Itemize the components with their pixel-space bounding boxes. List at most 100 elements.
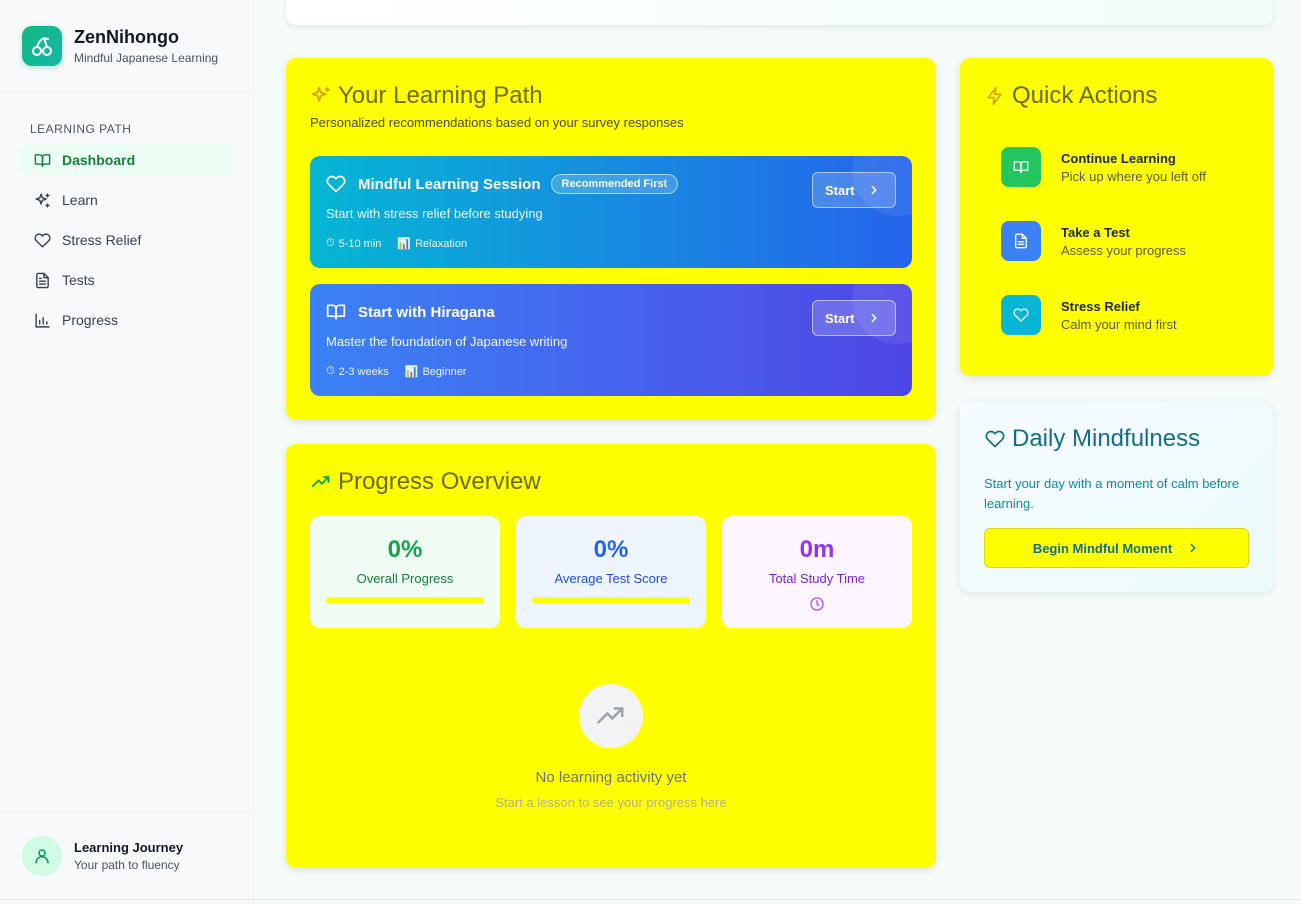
recommendation-description: Start with stress relief before studying [326, 206, 543, 221]
cherry-logo-icon [22, 26, 62, 66]
start-button[interactable]: Start [812, 300, 896, 336]
sidebar-item-label: Tests [62, 272, 95, 288]
start-label: Start [825, 310, 855, 326]
user-title: Learning Journey [74, 840, 184, 855]
quick-action-subtitle: Pick up where you left off [1061, 168, 1207, 184]
quick-action-title: Continue Learning [1061, 150, 1176, 166]
empty-state-title: No learning activity yet [535, 769, 687, 786]
daily-mindfulness-card: Daily Mindfulness Start your day with a … [960, 402, 1273, 592]
lightning-icon [984, 85, 1006, 107]
card-title: Daily Mindfulness [984, 425, 1200, 453]
heart-icon [326, 174, 346, 194]
learning-path-card: Your Learning Path Personalized recommen… [286, 58, 936, 420]
stat-label: Overall Progress [356, 571, 454, 586]
card-title: Quick Actions [984, 82, 1157, 110]
duration: 2-3 weeks [338, 365, 389, 378]
quick-action-title: Stress Relief [1061, 298, 1140, 314]
stat-average-score: 0% Average Test Score [516, 516, 706, 628]
sidebar-item-learn[interactable]: Learn [18, 184, 233, 216]
daily-mindfulness-title: Daily Mindfulness [1012, 425, 1201, 452]
sidebar-item-tests[interactable]: Tests [18, 264, 233, 296]
user-subtitle: Your path to fluency [74, 858, 180, 872]
stopwatch-icon: ⏱ [326, 365, 335, 377]
recommendation-title: Mindful Learning Session [358, 175, 541, 193]
recommendation-description: Master the foundation of Japanese writin… [326, 334, 568, 349]
sidebar-item-label: Stress Relief [62, 232, 142, 248]
user-profile[interactable]: Learning Journey Your path to fluency [22, 836, 183, 876]
sidebar: ZenNihongo Mindful Japanese Learning LEA… [0, 0, 254, 904]
stopwatch-icon: ⏱ [326, 237, 335, 249]
stat-overall-progress: 0% Overall Progress [310, 516, 500, 628]
stat-label: Average Test Score [554, 571, 668, 586]
sidebar-item-dashboard[interactable]: Dashboard [18, 144, 233, 176]
trending-up-icon [579, 684, 643, 748]
sidebar-item-stress-relief[interactable]: Stress Relief [18, 224, 233, 256]
divider [0, 811, 253, 812]
book-open-icon [1001, 147, 1041, 187]
recommendation-card[interactable]: Start with Hiragana Master the foundatio… [310, 284, 912, 396]
quick-actions-title: Quick Actions [1012, 82, 1158, 109]
empty-state-subtitle: Start a lesson to see your progress here [495, 795, 727, 810]
brand-tagline: Mindful Japanese Learning [74, 51, 219, 65]
progress-overview-card: Progress Overview 0% Overall Progress 0%… [286, 444, 936, 868]
start-button[interactable]: Start [812, 172, 896, 208]
card-title: Progress Overview [310, 468, 541, 496]
clock-icon [810, 597, 824, 611]
divider [0, 899, 1301, 900]
quick-action-subtitle: Calm your mind first [1061, 316, 1177, 332]
quick-action-title: Take a Test [1061, 224, 1130, 240]
sidebar-item-label: Dashboard [62, 152, 136, 168]
recommended-badge: Recommended First [550, 174, 679, 194]
begin-mindful-moment-button[interactable]: Begin Mindful Moment [984, 528, 1249, 568]
quick-action-stress-relief[interactable]: Stress Relief Calm your mind first [1001, 295, 1177, 335]
category: Relaxation [415, 237, 468, 250]
bar-chart-icon [33, 311, 51, 329]
duration: 5-10 min [338, 237, 382, 250]
sparkles-icon [310, 85, 332, 107]
card-title: Your Learning Path [310, 82, 543, 110]
nav-section-label: LEARNING PATH [30, 122, 132, 136]
heart-icon [984, 428, 1006, 450]
brand-name: ZenNihongo [74, 27, 179, 47]
button-label: Begin Mindful Moment [1032, 540, 1173, 556]
trending-up-icon [310, 471, 332, 493]
quick-action-subtitle: Assess your progress [1061, 242, 1186, 258]
progress-bar [326, 597, 484, 604]
book-open-icon [326, 302, 346, 322]
file-text-icon [33, 271, 51, 289]
daily-mindfulness-description: Start your day with a moment of calm bef… [984, 476, 1240, 511]
chart-icon: 📊 [404, 366, 419, 378]
heart-icon [1001, 295, 1041, 335]
progress-bar [532, 597, 690, 604]
stat-value: 0% [387, 536, 423, 563]
learning-path-title: Your Learning Path [338, 82, 543, 109]
file-text-icon [1001, 221, 1041, 261]
chevron-right-icon [871, 185, 877, 195]
stat-study-time: 0m Total Study Time [722, 516, 912, 628]
stat-value: 0m [799, 536, 835, 563]
heart-icon [33, 231, 51, 249]
user-icon [22, 836, 62, 876]
recommendation-card[interactable]: Mindful Learning Session Recommended Fir… [310, 156, 912, 268]
book-open-icon [33, 151, 51, 169]
sidebar-item-label: Learn [62, 192, 98, 208]
recommendation-title: Start with Hiragana [358, 303, 495, 321]
sidebar-nav: Dashboard Learn Stress Relief Tests Prog… [18, 144, 233, 344]
learning-path-subtitle: Personalized recommendations based on yo… [310, 115, 684, 130]
quick-action-take-test[interactable]: Take a Test Assess your progress [1001, 221, 1186, 261]
brand[interactable]: ZenNihongo Mindful Japanese Learning [22, 26, 218, 66]
stat-label: Total Study Time [768, 571, 866, 586]
divider [0, 91, 253, 92]
stat-value: 0% [593, 536, 629, 563]
start-label: Start [825, 182, 855, 198]
welcome-banner [286, 0, 1273, 25]
quick-actions-card: Quick Actions Continue Learning Pick up … [960, 58, 1273, 376]
progress-overview-title: Progress Overview [338, 468, 541, 495]
sidebar-item-label: Progress [62, 312, 119, 328]
category: Beginner [422, 365, 467, 378]
chevron-right-icon [1190, 543, 1196, 553]
quick-action-continue-learning[interactable]: Continue Learning Pick up where you left… [1001, 147, 1206, 187]
chevron-right-icon [871, 313, 877, 323]
sparkles-icon [33, 191, 51, 209]
sidebar-item-progress[interactable]: Progress [18, 304, 233, 336]
